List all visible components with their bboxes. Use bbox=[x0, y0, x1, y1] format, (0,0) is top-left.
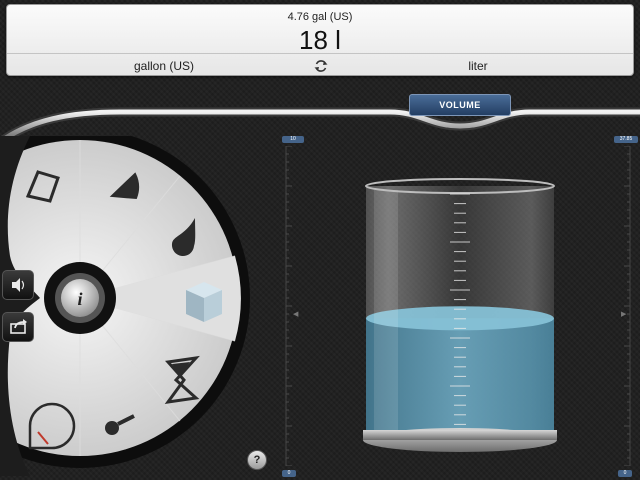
category-wheel: i bbox=[0, 136, 250, 476]
right-scale-top-label: 37.85 bbox=[614, 136, 638, 143]
right-scale-ticks bbox=[624, 146, 631, 466]
info-hub-button[interactable]: i bbox=[44, 262, 116, 334]
left-scale-top-label: 10 bbox=[282, 136, 304, 143]
beaker[interactable] bbox=[360, 178, 560, 458]
share-button[interactable] bbox=[2, 312, 34, 342]
left-scale-bottom-label: 0 bbox=[282, 470, 296, 477]
cube-icon[interactable] bbox=[186, 282, 222, 322]
help-button[interactable]: ? bbox=[247, 450, 267, 470]
left-scale-ticks bbox=[285, 146, 292, 466]
sound-button[interactable] bbox=[2, 270, 34, 300]
right-scale-bottom-label: 0 bbox=[618, 470, 632, 477]
left-arrow-icon[interactable]: ◀ bbox=[293, 310, 298, 318]
info-icon: i bbox=[77, 289, 82, 309]
right-arrow-icon[interactable]: ▶ bbox=[621, 310, 626, 318]
speaker-icon bbox=[12, 278, 25, 292]
category-badge: VOLUME bbox=[409, 94, 511, 116]
share-icon bbox=[10, 319, 27, 334]
